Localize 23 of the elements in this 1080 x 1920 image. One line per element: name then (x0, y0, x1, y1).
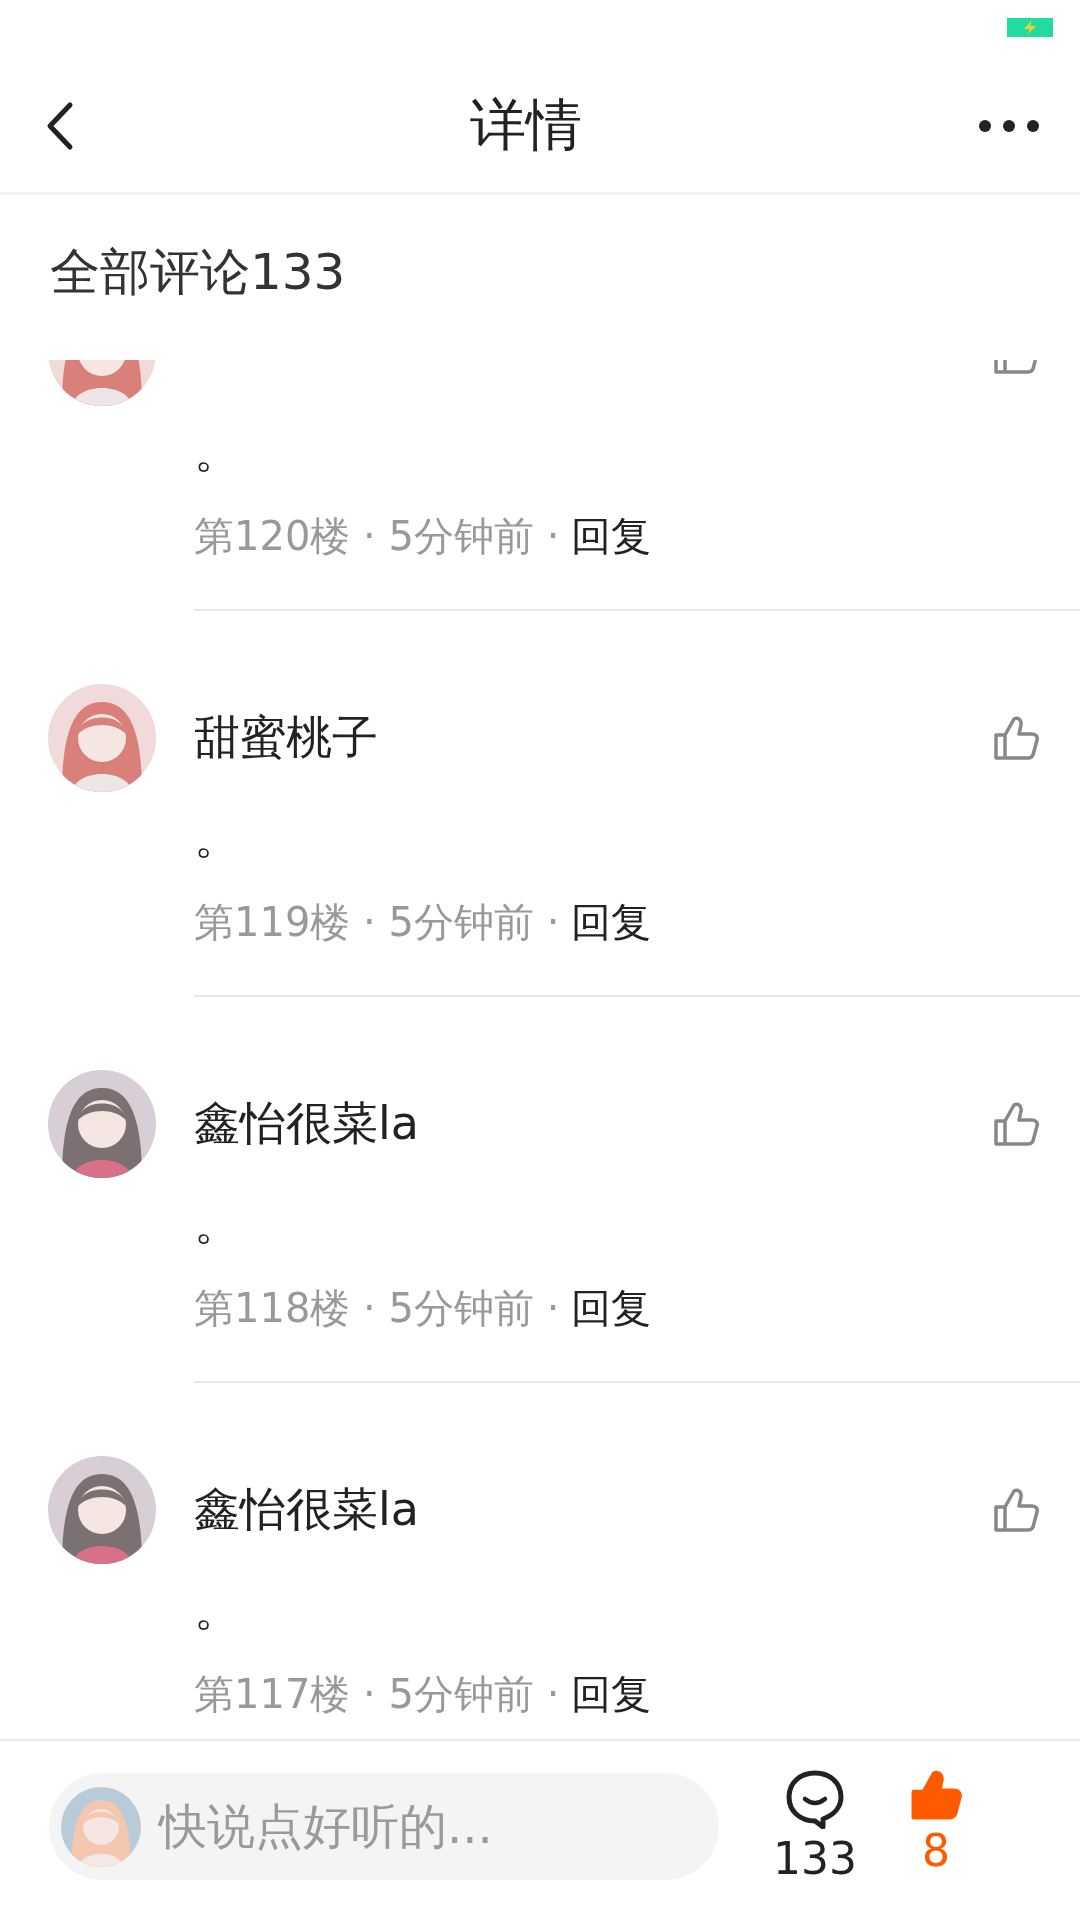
comment-meta: 第118楼 · 5分钟前 · (194, 1283, 560, 1333)
like-count: 8 (922, 1825, 950, 1876)
comment-text: 。 (194, 1195, 241, 1252)
reply-link[interactable]: 回复 (559, 1280, 652, 1336)
user-name: 鑫怡很菜la (194, 1481, 420, 1538)
reply-link[interactable]: 回复 (559, 508, 652, 564)
reply-link[interactable]: 回复 (559, 1666, 652, 1722)
page-title: 详情 (470, 91, 582, 159)
input-placeholder: 快说点好听的... (159, 1796, 493, 1856)
reply-link[interactable]: 回复 (559, 894, 652, 950)
user-name: 甜蜜桃子 (194, 709, 379, 766)
comment-icon[interactable] (785, 1769, 845, 1829)
comment-meta: 第120楼 · 5分钟前 · (194, 511, 560, 561)
comment-meta: 第117楼 · 5分钟前 · (194, 1669, 560, 1719)
comment-text: 。 (194, 809, 241, 866)
battery-charging-icon (1007, 18, 1053, 37)
comment-text: 。 (194, 423, 241, 480)
more-icon[interactable] (978, 119, 1040, 133)
comment-text: 。 (194, 1581, 241, 1638)
comment-meta: 第119楼 · 5分钟前 · (194, 897, 560, 947)
comment-count: 133 (773, 1833, 857, 1884)
user-name: 鑫怡很菜la (194, 1095, 420, 1152)
comments-header: 全部评论133 (50, 242, 346, 303)
